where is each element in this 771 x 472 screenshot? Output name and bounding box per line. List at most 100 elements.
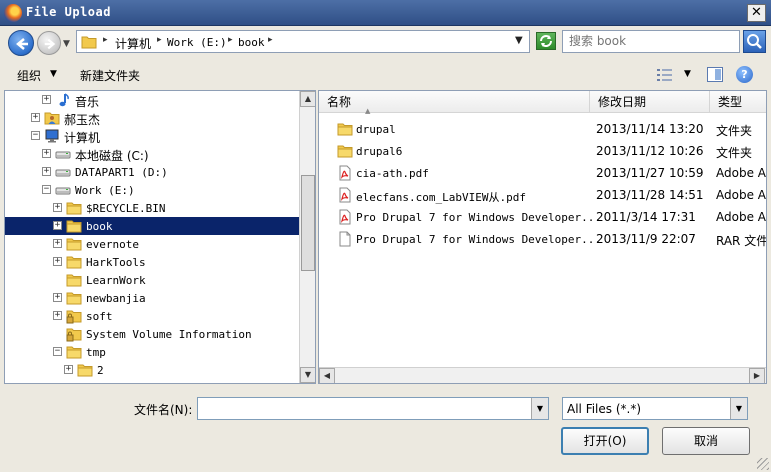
locked-folder-icon [66,308,82,324]
file-row[interactable]: drupal 2013/11/14 13:20 文件夹 [319,118,766,140]
tree-item[interactable]: + HarkTools [5,253,299,271]
file-row[interactable]: elecfans.com_LabVIEW从.pdf 2013/11/28 14:5… [319,184,766,206]
expand-icon[interactable]: + [53,257,62,266]
chevron-down-icon[interactable]: ▼ [50,69,57,79]
tree-item-label: soft [86,310,113,323]
crumb-arrow-icon[interactable]: ▸ [268,35,273,45]
tree-item[interactable]: + 郝玉杰 [5,109,299,127]
expand-icon[interactable]: + [42,95,51,104]
scroll-left-button[interactable]: ◀ [319,368,335,383]
collapse-icon[interactable]: − [53,347,62,356]
expand-icon[interactable]: + [53,311,62,320]
search-icon [747,34,762,49]
filename-input[interactable] [201,401,526,415]
scroll-right-button[interactable]: ▶ [749,368,765,383]
drive-icon [55,164,71,180]
organize-button[interactable]: 组织 [17,67,41,84]
tree-item[interactable]: − 计算机 [5,127,299,145]
crumb-computer[interactable]: 计算机 [115,35,151,52]
expand-icon[interactable]: + [42,149,51,158]
cancel-button[interactable]: 取消 [662,427,750,455]
nav-vertical-scrollbar[interactable]: ▲ ▼ [299,91,315,383]
file-type-filter-value: All Files (*.*) [567,402,642,416]
file-type: 文件夹 [716,124,753,138]
list-horizontal-scrollbar[interactable]: ◀ ▶ [319,367,766,383]
tree-item[interactable]: + 音乐 [5,91,299,109]
search-input[interactable] [569,34,729,48]
drive-icon [55,182,71,198]
chevron-down-icon[interactable]: ▼ [684,69,691,79]
expand-icon[interactable]: + [53,221,62,230]
crumb-arrow-icon[interactable]: ▸ [103,35,108,45]
column-name-header[interactable]: 名称 ▲ [319,91,590,115]
history-dropdown-icon[interactable]: ▼ [63,39,70,49]
search-box[interactable] [562,30,740,53]
tree-item[interactable]: LearnWork [5,271,299,289]
collapse-icon[interactable]: − [31,131,40,140]
file-type-filter[interactable]: All Files (*.*) ▼ [562,397,748,420]
expand-icon[interactable]: + [42,167,51,176]
new-folder-button[interactable]: 新建文件夹 [80,67,140,84]
tree-item[interactable]: + evernote [5,235,299,253]
filename-combobox[interactable]: ▼ [197,397,549,420]
tree-item[interactable]: + 本地磁盘 (C:) [5,145,299,163]
expand-icon[interactable]: + [53,293,62,302]
crumb-arrow-icon[interactable]: ▸ [228,35,233,45]
path-dropdown-icon[interactable]: ▼ [515,35,523,46]
file-row[interactable]: Pro Drupal 7 for Windows Developer... 201… [319,228,766,250]
collapse-icon[interactable]: − [42,185,51,194]
arrow-right-icon [44,38,56,50]
tree-item[interactable]: + soft [5,307,299,325]
folder-icon [66,254,82,270]
expand-icon[interactable]: + [53,239,62,248]
view-options-icon[interactable] [656,68,674,82]
tree-item-label: newbanjia [86,292,146,305]
tree-item[interactable]: − Work (E:) [5,181,299,199]
tree-item[interactable]: + $RECYCLE.BIN [5,199,299,217]
file-row[interactable]: Pro Drupal 7 for Windows Developer... 201… [319,206,766,228]
tree-item[interactable]: + DATAPART1 (D:) [5,163,299,181]
folder-icon [66,344,82,360]
preview-pane-icon[interactable] [707,67,723,82]
file-row[interactable]: cia-ath.pdf 2013/11/27 10:59 Adobe Acr [319,162,766,184]
refresh-button[interactable] [536,32,556,50]
open-button[interactable]: 打开(O) [561,427,649,455]
tree-item[interactable]: + newbanjia [5,289,299,307]
expand-icon[interactable]: + [64,365,73,374]
scroll-up-button[interactable]: ▲ [300,91,315,107]
crumb-arrow-icon[interactable]: ▸ [157,35,162,45]
chevron-down-icon[interactable]: ▼ [531,398,548,419]
tree-item[interactable]: +2 [5,361,299,379]
resize-grip[interactable] [757,458,769,470]
scroll-down-button[interactable]: ▼ [300,367,315,383]
folder-icon [66,236,82,252]
file-list-pane[interactable]: 名称 ▲ 修改日期 类型 drupal 2013/11/14 13:20 文件夹 dr… [318,90,767,384]
help-icon[interactable]: ? [736,66,753,83]
crumb-book[interactable]: book [238,36,265,49]
column-type-header[interactable]: 类型 [710,91,766,113]
tree-item-label: evernote [86,238,139,251]
search-button[interactable] [743,30,766,53]
folder-icon [66,290,82,306]
expand-icon[interactable]: + [31,113,40,122]
tree-item[interactable]: System Volume Information [5,325,299,343]
chevron-down-icon[interactable]: ▼ [730,398,747,419]
forward-button[interactable] [37,31,61,55]
tree-item[interactable]: + book [5,217,299,235]
expand-icon[interactable]: + [53,203,62,212]
navigation-pane[interactable]: + 音乐 + 郝玉杰 − 计算机 + 本地磁盘 (C:) + DATAPART1 (D:) − Wor… [4,90,316,384]
address-path[interactable]: ▸ 计算机 ▸ Work (E:) ▸ book ▸ ▼ [76,30,530,53]
file-row[interactable]: drupal6 2013/11/12 10:26 文件夹 [319,140,766,162]
scroll-thumb[interactable] [301,175,315,271]
tree-item-label: DATAPART1 (D:) [75,166,168,179]
tree-item-label: book [86,220,113,233]
file-name: drupal6 [356,145,403,158]
close-button[interactable]: ✕ [747,4,766,22]
file-icon [337,231,353,247]
back-button[interactable] [8,30,34,56]
user-folder-icon [44,110,60,126]
tree-item[interactable]: − tmp [5,343,299,361]
crumb-work-drive[interactable]: Work (E:) [167,36,227,49]
column-date-header[interactable]: 修改日期 [590,91,710,113]
title-bar[interactable]: File Upload ✕ [0,0,771,26]
